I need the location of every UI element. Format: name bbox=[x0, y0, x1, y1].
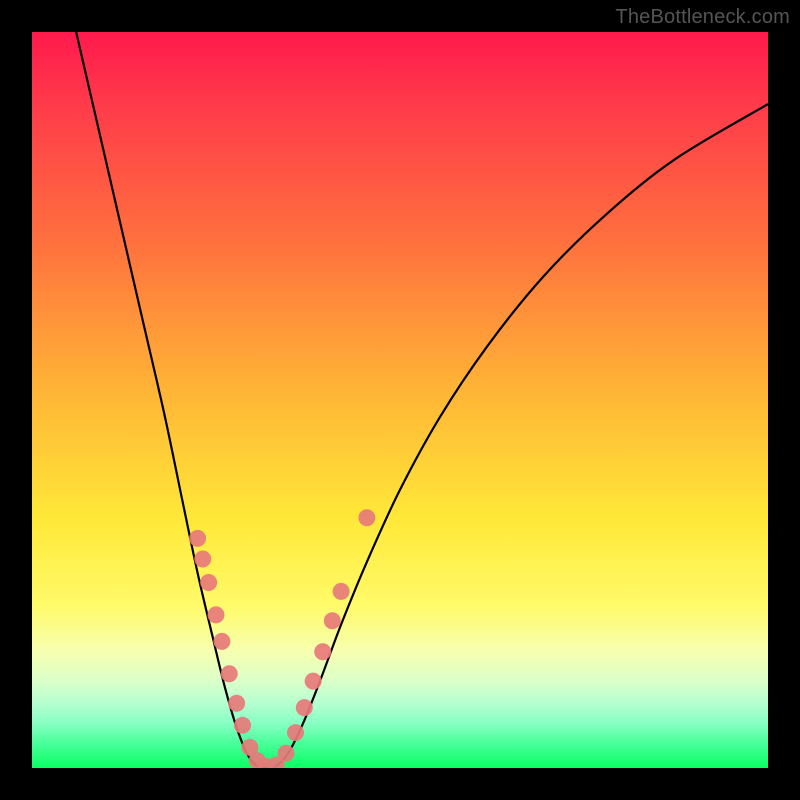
marker-dot bbox=[234, 717, 251, 734]
marker-dots bbox=[189, 509, 375, 768]
bottleneck-curve bbox=[76, 32, 768, 768]
marker-dot bbox=[305, 673, 322, 690]
chart-frame: TheBottleneck.com bbox=[0, 0, 800, 800]
marker-dot bbox=[358, 509, 375, 526]
watermark-text: TheBottleneck.com bbox=[615, 6, 790, 29]
marker-dot bbox=[213, 633, 230, 650]
marker-dot bbox=[221, 665, 238, 682]
marker-dot bbox=[314, 643, 331, 660]
marker-dot bbox=[287, 724, 304, 741]
marker-dot bbox=[277, 745, 294, 762]
marker-dot bbox=[228, 695, 245, 712]
marker-dot bbox=[194, 550, 211, 567]
marker-dot bbox=[208, 606, 225, 623]
curve-layer bbox=[32, 32, 768, 768]
marker-dot bbox=[189, 530, 206, 547]
marker-dot bbox=[200, 574, 217, 591]
marker-dot bbox=[333, 583, 350, 600]
marker-dot bbox=[324, 612, 341, 629]
plot-area bbox=[32, 32, 768, 768]
marker-dot bbox=[296, 699, 313, 716]
